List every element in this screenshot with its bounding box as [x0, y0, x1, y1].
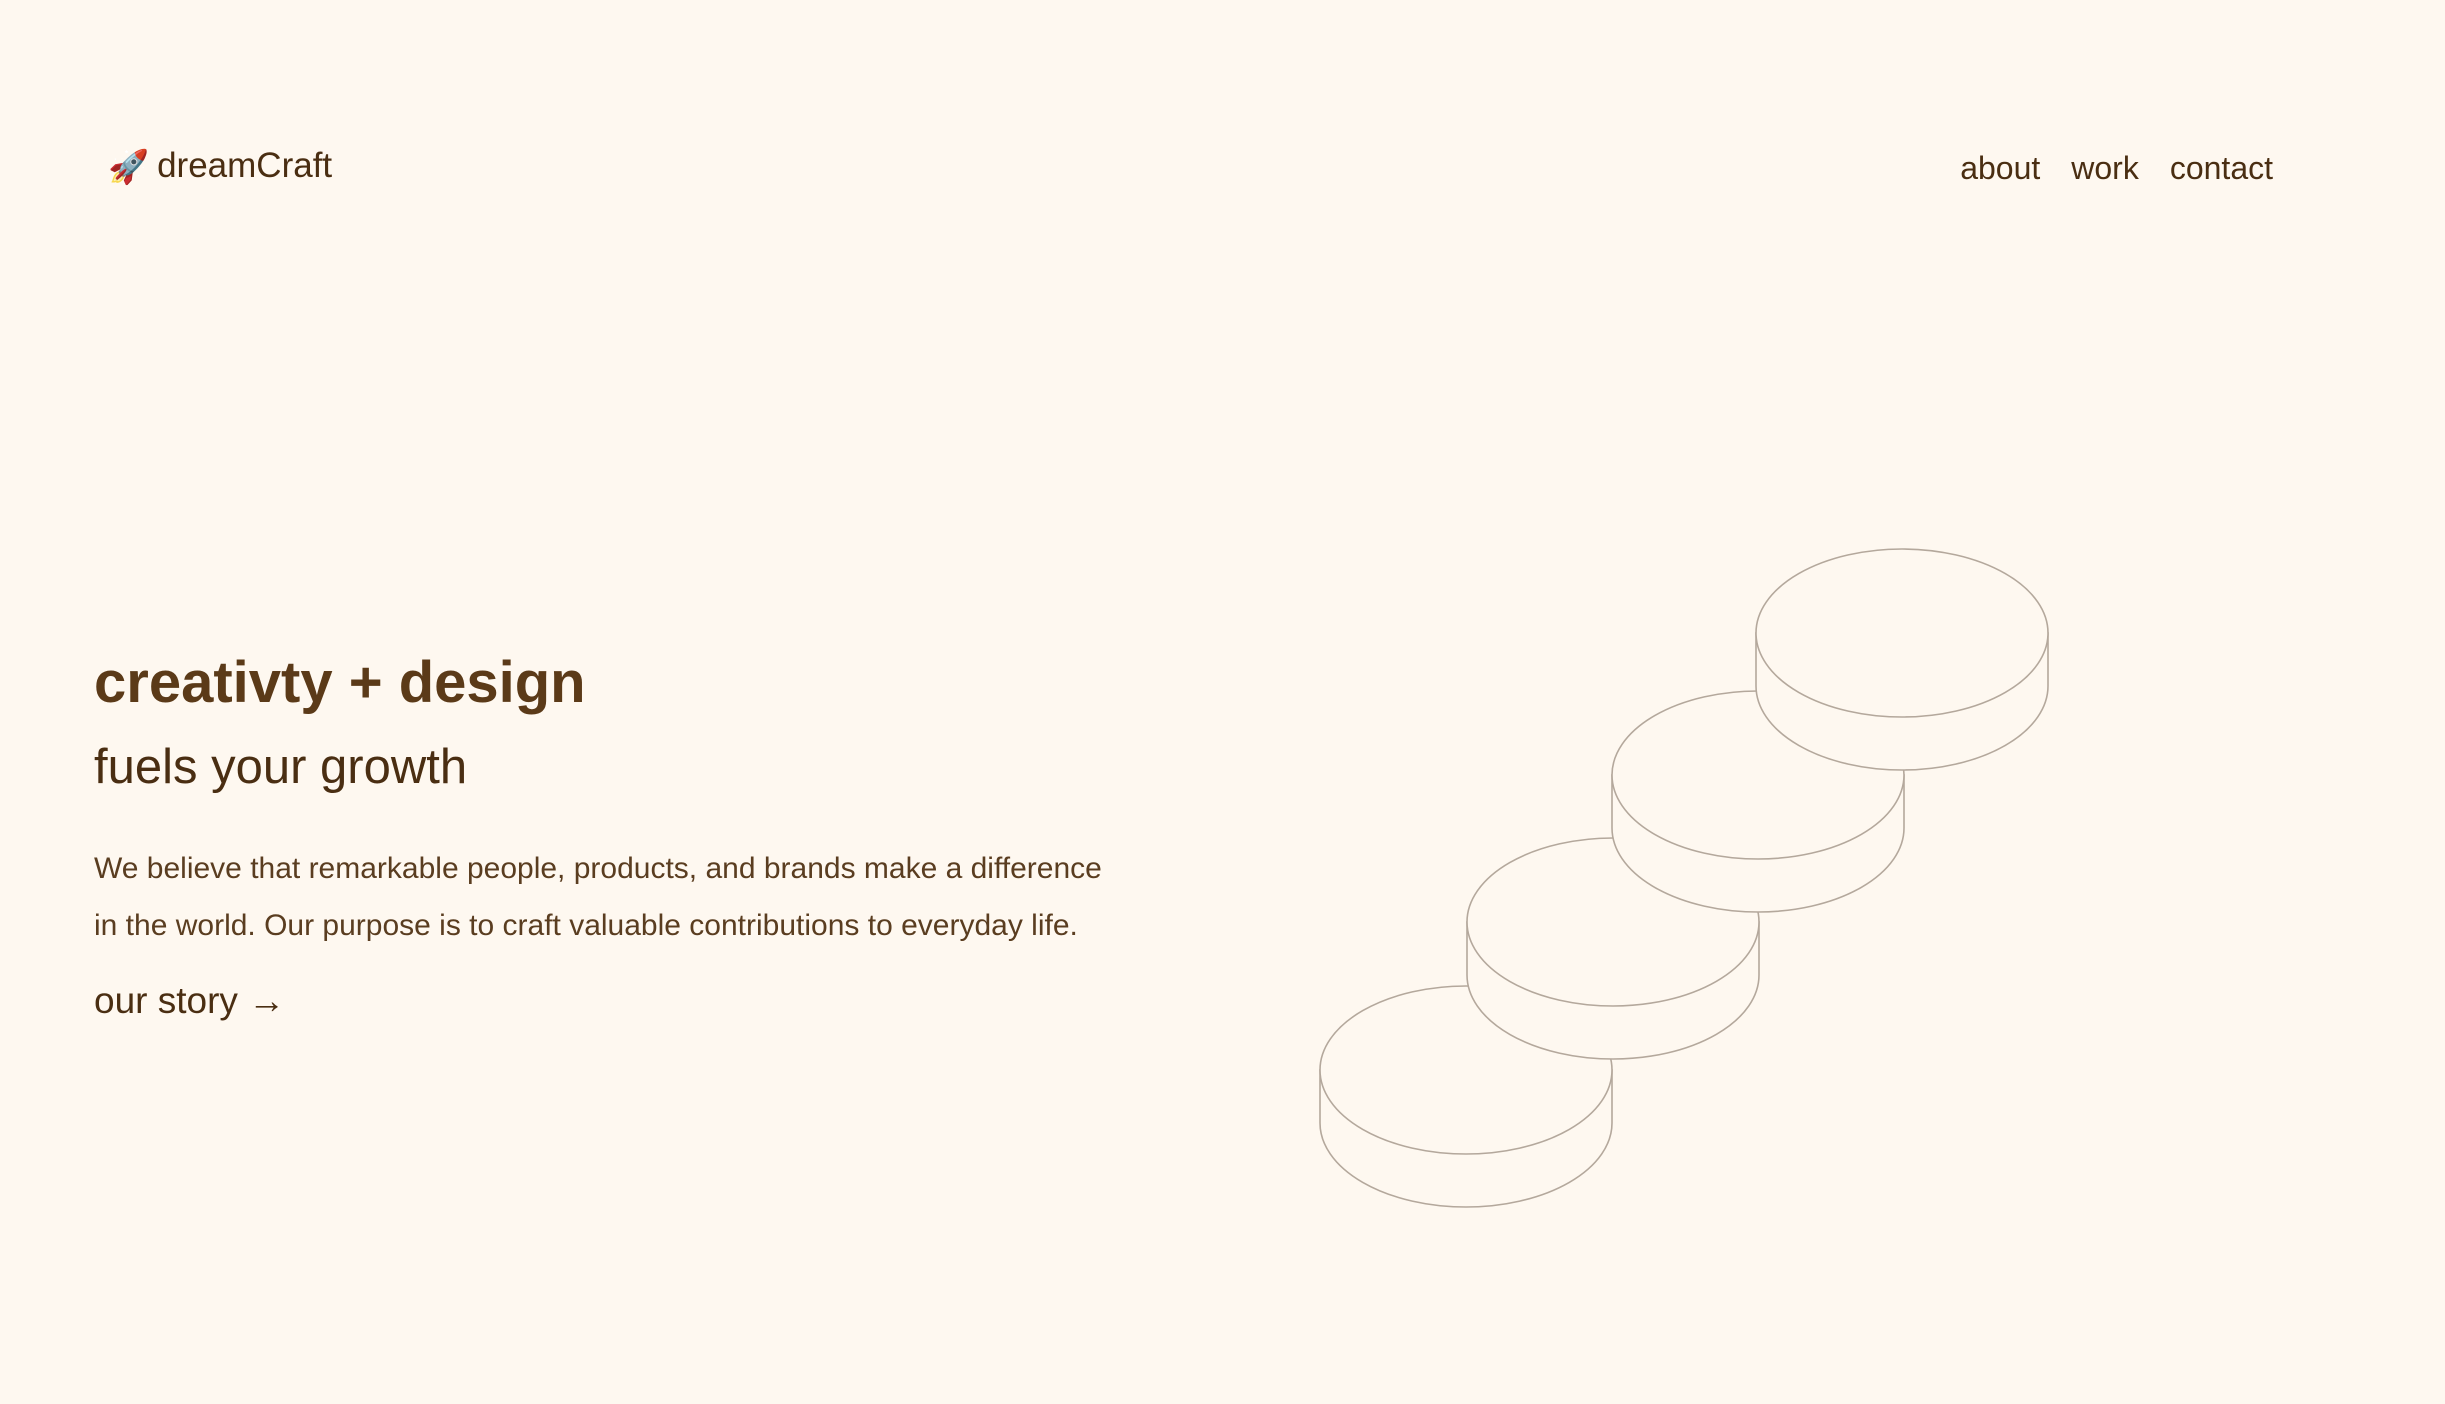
- nav-contact[interactable]: contact: [2170, 150, 2273, 187]
- disc-4: [1755, 548, 2049, 771]
- brand-name: dreamCraft: [157, 146, 333, 185]
- brand-logo-link[interactable]: 🚀 dreamCraft: [108, 146, 332, 186]
- page: 🚀 dreamCraft about work contact creativt…: [0, 0, 2445, 1404]
- our-story-link[interactable]: our story →: [94, 980, 285, 1022]
- nav-work[interactable]: work: [2071, 150, 2139, 187]
- rocket-icon: 🚀: [108, 147, 150, 185]
- nav-about[interactable]: about: [1960, 150, 2040, 187]
- stacked-discs-illustration: [1319, 548, 2049, 1208]
- hero-title: creativty + design: [94, 650, 586, 715]
- hero-section: creativty + design fuels your growth We …: [94, 648, 1104, 1022]
- hero-description: We believe that remarkable people, produ…: [94, 852, 1102, 943]
- main-nav: about work contact: [1960, 150, 2273, 187]
- hero-subtitle: fuels your growth: [94, 739, 468, 794]
